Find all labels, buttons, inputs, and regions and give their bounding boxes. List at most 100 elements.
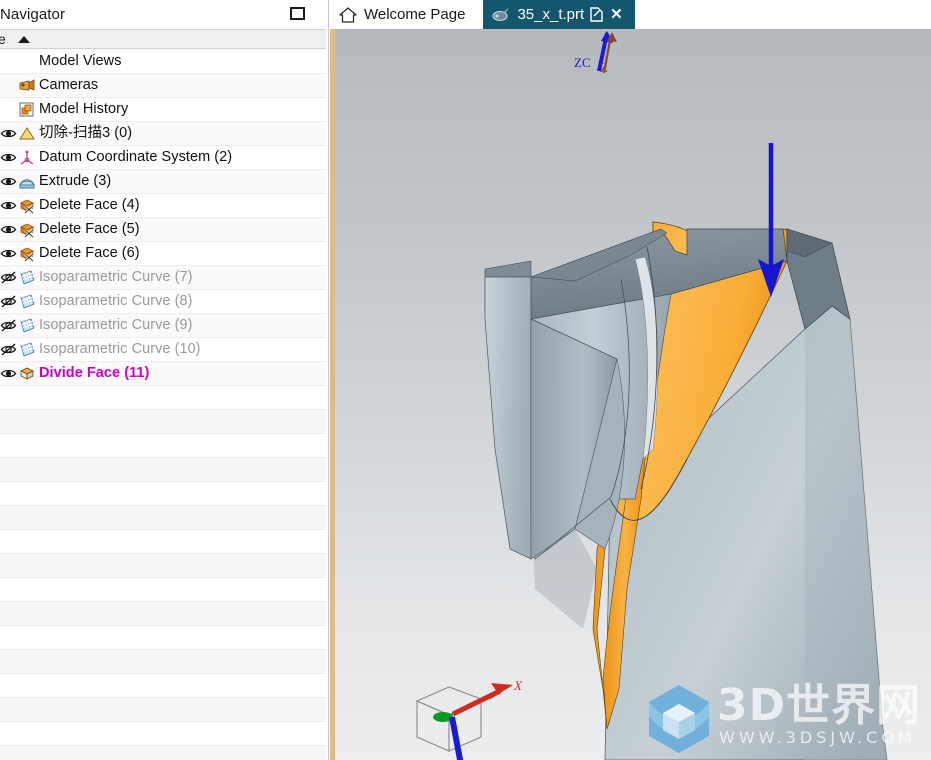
home-icon — [338, 5, 358, 25]
wcs-triad[interactable]: X — [405, 669, 535, 760]
x-axis-label: X — [514, 678, 522, 693]
no-eye-placeholder — [0, 101, 17, 118]
tree-row-label: Delete Face (6) — [39, 245, 140, 262]
graphics-viewport[interactable]: ZC Z X 3D世界网 WWW.3DSJW.COM — [330, 29, 931, 760]
z-axis-label: Z — [600, 60, 608, 75]
isoparametric-curve-icon — [18, 293, 36, 311]
tree-row-empty[interactable] — [0, 482, 326, 506]
tree-row-empty[interactable] — [0, 626, 326, 650]
tree-row-empty[interactable] — [0, 602, 326, 626]
tree-row-extrude-3[interactable]: Extrude (3) — [0, 170, 326, 194]
tree-row-label: Model History — [39, 101, 129, 118]
tree-row-label: Extrude (3) — [39, 173, 112, 190]
tree-row-empty[interactable] — [0, 458, 326, 482]
tree-row-empty[interactable] — [0, 722, 326, 746]
eye-icon[interactable] — [0, 245, 17, 262]
isoparametric-curve-icon — [18, 341, 36, 359]
dock-undock-button[interactable] — [290, 7, 305, 20]
nx-application-window: Navigator e Model Views Cameras Model Hist… — [0, 0, 931, 760]
tree-row-empty[interactable] — [0, 410, 326, 434]
tree-row-label: Isoparametric Curve (10) — [39, 341, 201, 358]
zc-axis-label: ZC — [574, 55, 591, 70]
tree-row-label: Datum Coordinate System (2) — [39, 149, 233, 166]
model-views-icon — [18, 53, 36, 71]
tree-column-header-label: e — [0, 31, 6, 47]
tree-row-empty[interactable] — [0, 530, 326, 554]
modified-indicator-icon — [590, 7, 603, 22]
zc-axis-indicator: ZC Z — [571, 29, 641, 89]
tree-row-empty[interactable] — [0, 386, 326, 410]
tree-row-label: Cameras — [39, 77, 99, 94]
tree-row-empty[interactable] — [0, 674, 326, 698]
model-history-tree[interactable]: Model Views Cameras Model History 切除-扫描3 (0… — [0, 50, 326, 760]
document-tab-bar: Welcome Page 35_x_t.prt ✕ — [330, 0, 931, 29]
tree-row-isoparametric-curve-7[interactable]: Isoparametric Curve (7) — [0, 266, 326, 290]
delete-face-icon — [18, 245, 36, 263]
tree-row-empty[interactable] — [0, 434, 326, 458]
tree-row-label: Delete Face (5) — [39, 221, 140, 238]
tree-row-delete-face-4[interactable]: Delete Face (4) — [0, 194, 326, 218]
tab-welcome-page[interactable]: Welcome Page — [330, 0, 483, 29]
tree-row-empty[interactable] — [0, 746, 326, 760]
tab-label: Welcome Page — [364, 6, 466, 23]
tree-row-label: Isoparametric Curve (7) — [39, 269, 193, 286]
eye-icon[interactable] — [0, 197, 17, 214]
z-axis-arrow — [449, 716, 464, 760]
eye-off-icon[interactable] — [0, 341, 17, 358]
tree-row-isoparametric-curve-9[interactable]: Isoparametric Curve (9) — [0, 314, 326, 338]
no-eye-placeholder — [0, 77, 17, 94]
cad-model-render[interactable] — [335, 29, 931, 760]
tree-row-delete-face-5[interactable]: Delete Face (5) — [0, 218, 326, 242]
delete-face-icon — [18, 221, 36, 239]
viewport-canvas[interactable]: ZC Z X 3D世界网 WWW.3DSJW.COM — [335, 29, 931, 760]
delete-face-icon — [18, 197, 36, 215]
eye-icon[interactable] — [0, 173, 17, 190]
tree-row-3-0[interactable]: 切除-扫描3 (0) — [0, 122, 326, 146]
tree-row-empty[interactable] — [0, 650, 326, 674]
tab-close-button[interactable]: ✕ — [610, 7, 623, 22]
model-history-icon — [18, 101, 36, 119]
eye-icon[interactable] — [0, 125, 17, 142]
tree-row-empty[interactable] — [0, 554, 326, 578]
no-eye-placeholder — [0, 53, 17, 70]
part-file-icon — [491, 5, 511, 25]
tree-row-delete-face-6[interactable]: Delete Face (6) — [0, 242, 326, 266]
tree-row-label: Divide Face (11) — [39, 365, 150, 382]
tree-column-header[interactable]: e — [0, 29, 326, 49]
divide-face-icon — [18, 365, 36, 383]
datum-csys-icon — [18, 149, 36, 167]
eye-off-icon[interactable] — [0, 293, 17, 310]
tree-row-label: Isoparametric Curve (8) — [39, 293, 193, 310]
x-axis-arrow — [451, 683, 513, 717]
camera-icon — [18, 77, 36, 95]
isoparametric-curve-icon — [18, 317, 36, 335]
tree-row-cameras[interactable]: Cameras — [0, 74, 326, 98]
tree-row-isoparametric-curve-8[interactable]: Isoparametric Curve (8) — [0, 290, 326, 314]
part-navigator-panel: Navigator e Model Views Cameras Model Hist… — [0, 0, 329, 760]
extrude-icon — [18, 173, 36, 191]
tree-row-datum-coordinate-system-2[interactable]: Datum Coordinate System (2) — [0, 146, 326, 170]
tree-row-model-history[interactable]: Model History — [0, 98, 326, 122]
eye-icon[interactable] — [0, 149, 17, 166]
eye-icon[interactable] — [0, 365, 17, 382]
eye-off-icon[interactable] — [0, 269, 17, 286]
isoparametric-curve-icon — [18, 269, 36, 287]
eye-off-icon[interactable] — [0, 317, 17, 334]
tree-row-isoparametric-curve-10[interactable]: Isoparametric Curve (10) — [0, 338, 326, 362]
sort-ascending-icon — [17, 35, 30, 43]
tab-35-x-t-prt[interactable]: 35_x_t.prt ✕ — [483, 0, 635, 29]
eye-icon[interactable] — [0, 221, 17, 238]
tree-row-divide-face-11[interactable]: Divide Face (11) — [0, 362, 326, 386]
tree-row-label: Model Views — [39, 53, 122, 70]
tree-row-label: Isoparametric Curve (9) — [39, 317, 193, 334]
tree-row-empty[interactable] — [0, 506, 326, 530]
face-direction-arrow[interactable] — [745, 139, 805, 309]
navigator-titlebar: Navigator — [0, 0, 328, 29]
tab-label: 35_x_t.prt — [517, 6, 585, 23]
tree-row-empty[interactable] — [0, 698, 326, 722]
tree-row-model-views[interactable]: Model Views — [0, 50, 326, 74]
tree-row-label: Delete Face (4) — [39, 197, 140, 214]
tree-row-label: 切除-扫描3 (0) — [39, 125, 133, 142]
tree-row-empty[interactable] — [0, 578, 326, 602]
sweep-cut-icon — [18, 125, 36, 143]
